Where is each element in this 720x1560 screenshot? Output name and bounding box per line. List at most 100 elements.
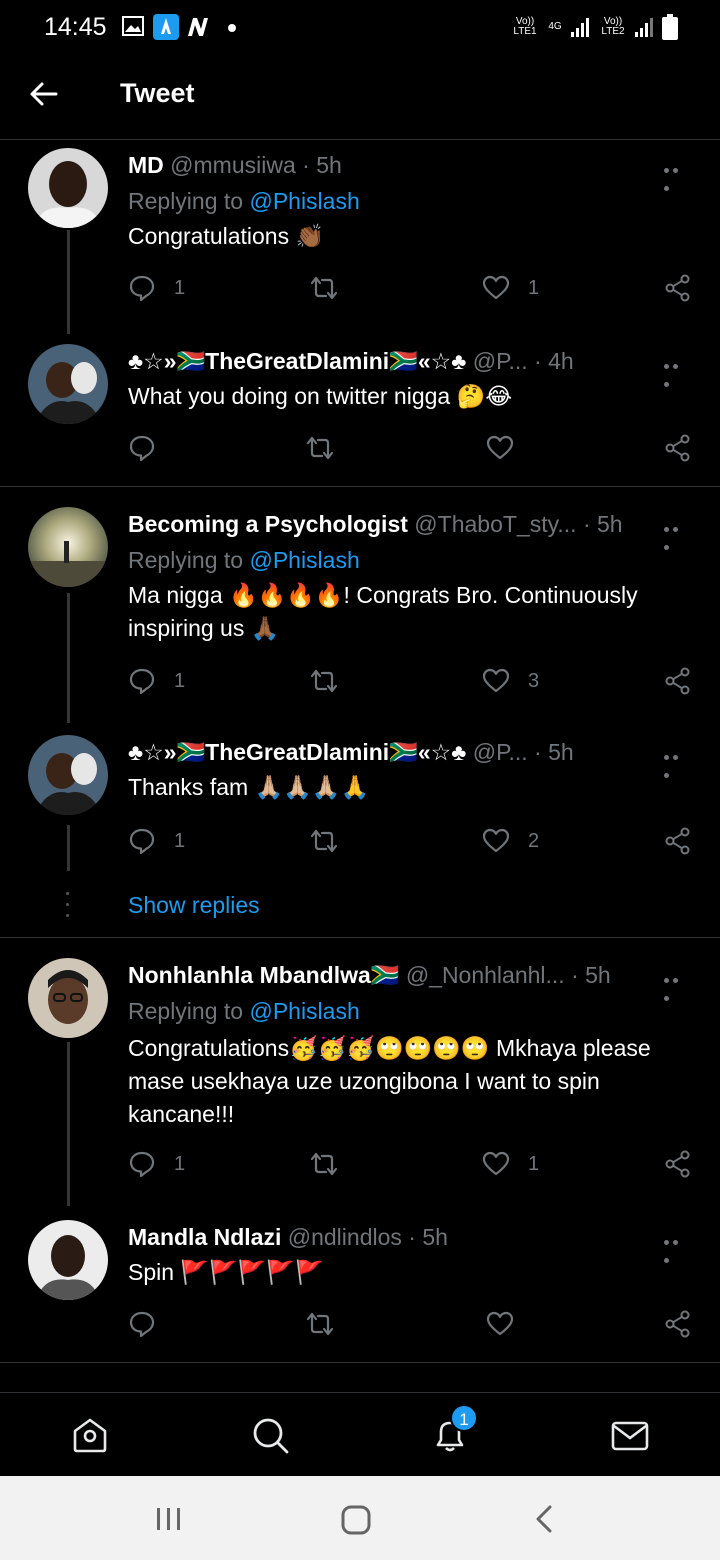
retweet-icon bbox=[310, 829, 338, 853]
display-name[interactable]: ♣☆»🇿🇦TheGreatDlamini🇿🇦«☆♣ bbox=[128, 348, 466, 374]
timestamp: · 5h bbox=[571, 962, 611, 988]
avatar[interactable] bbox=[28, 958, 108, 1038]
mention-link[interactable]: @Phislash bbox=[249, 998, 359, 1024]
timestamp: · 4h bbox=[534, 348, 574, 374]
avatar[interactable] bbox=[28, 735, 108, 815]
status-time: 14:45 bbox=[44, 13, 107, 41]
handle[interactable]: @mmusiiwa bbox=[170, 152, 296, 178]
bottom-navigation bbox=[0, 1392, 720, 1476]
search-icon[interactable] bbox=[250, 1415, 290, 1455]
dot-indicator bbox=[228, 24, 236, 32]
reply-icon bbox=[129, 435, 155, 462]
retweet-button[interactable] bbox=[310, 1150, 338, 1178]
reply-tweet[interactable]: Mandla Ndlazi @ndlindlos · 5h Spin 🚩🚩🚩🚩🚩 bbox=[0, 1204, 720, 1362]
more-options-icon[interactable] bbox=[664, 519, 690, 550]
retweet-button[interactable] bbox=[310, 827, 338, 855]
thread-line bbox=[67, 230, 70, 334]
reply-tweet[interactable]: MD @mmusiiwa · 5h Replying to @Phislash … bbox=[0, 140, 720, 334]
reply-tweet[interactable]: Nonhlanhla Mbandlwa🇿🇦 @_Nonhlanhl... · 5… bbox=[0, 938, 720, 1206]
share-button[interactable] bbox=[664, 827, 692, 855]
more-options-icon[interactable] bbox=[664, 1232, 690, 1263]
more-options-icon[interactable] bbox=[664, 356, 690, 387]
messages-envelope-icon[interactable] bbox=[610, 1415, 650, 1455]
mention-link[interactable]: @Phislash bbox=[249, 547, 359, 573]
more-options-icon[interactable] bbox=[664, 160, 690, 191]
thread-line bbox=[67, 593, 70, 723]
display-name[interactable]: Mandla Ndlazi bbox=[128, 1224, 281, 1250]
handle[interactable]: @P... bbox=[473, 739, 528, 765]
share-button[interactable] bbox=[664, 1150, 692, 1178]
like-button[interactable]: 1 bbox=[482, 1150, 539, 1178]
timestamp: · 5h bbox=[582, 511, 623, 537]
share-icon bbox=[665, 434, 690, 462]
reply-button[interactable] bbox=[128, 1310, 156, 1338]
reply-button[interactable]: 1 bbox=[128, 1150, 185, 1178]
share-button[interactable] bbox=[664, 667, 692, 695]
handle[interactable]: @ndlindlos bbox=[288, 1224, 402, 1250]
reply-button[interactable]: 1 bbox=[128, 667, 185, 695]
avatar[interactable] bbox=[28, 507, 108, 587]
share-icon bbox=[665, 667, 690, 695]
like-button[interactable] bbox=[486, 1310, 514, 1338]
tweet-text: Congratulations🥳🥳🥳🙄🙄🙄🙄 Mkhaya please mas… bbox=[128, 1035, 651, 1127]
battery-icon bbox=[662, 14, 678, 40]
avatar[interactable] bbox=[28, 1220, 108, 1300]
reply-tweet[interactable]: ♣☆»🇿🇦TheGreatDlamini🇿🇦«☆♣ @P... · 4h Wha… bbox=[0, 332, 720, 486]
retweet-button[interactable] bbox=[310, 274, 338, 302]
signal-icon bbox=[571, 18, 589, 37]
reply-button[interactable] bbox=[128, 434, 156, 462]
sim2-label: Vo)) LTE2 bbox=[601, 16, 625, 37]
timestamp: · 5h bbox=[302, 152, 342, 178]
mention-link[interactable]: @Phislash bbox=[249, 188, 359, 214]
top-app-bar: Tweet bbox=[0, 56, 720, 140]
handle[interactable]: @P... bbox=[473, 348, 528, 374]
handle[interactable]: @ThaboT_sty... bbox=[414, 511, 576, 537]
reply-icon bbox=[129, 1311, 155, 1338]
more-options-icon[interactable] bbox=[664, 970, 690, 1001]
reply-button[interactable]: 1 bbox=[128, 827, 185, 855]
like-button[interactable] bbox=[486, 434, 514, 462]
share-button[interactable] bbox=[664, 274, 692, 302]
retweet-button[interactable] bbox=[310, 667, 338, 695]
display-name[interactable]: Nonhlanhla Mbandlwa🇿🇦 bbox=[128, 962, 399, 988]
home-button-icon[interactable] bbox=[340, 1504, 372, 1536]
share-button[interactable] bbox=[664, 434, 692, 462]
heart-icon bbox=[486, 1311, 514, 1336]
tweet-text: Congratulations 👏🏾 bbox=[128, 223, 325, 249]
share-icon bbox=[665, 1310, 690, 1338]
retweet-button[interactable] bbox=[306, 1310, 334, 1338]
tweet-text: Spin 🚩🚩🚩🚩🚩 bbox=[128, 1259, 324, 1285]
reply-count: 1 bbox=[174, 1152, 186, 1175]
sim1-label: Vo)) LTE1 bbox=[513, 16, 537, 37]
reply-button[interactable]: 1 bbox=[128, 274, 185, 302]
more-options-icon[interactable] bbox=[664, 747, 690, 778]
avatar[interactable] bbox=[28, 148, 108, 228]
heart-icon bbox=[482, 1151, 510, 1176]
heart-icon bbox=[482, 668, 510, 693]
show-replies-link[interactable]: Show replies bbox=[128, 892, 260, 919]
share-button[interactable] bbox=[664, 1310, 692, 1338]
like-button[interactable]: 1 bbox=[482, 274, 539, 302]
like-button[interactable]: 3 bbox=[482, 667, 539, 695]
tweet-text: What you doing on twitter nigga 🤔😂 bbox=[128, 383, 513, 409]
thread-line bbox=[67, 825, 70, 871]
retweet-icon bbox=[310, 669, 338, 693]
retweet-icon bbox=[310, 276, 338, 300]
recent-apps-icon[interactable] bbox=[154, 1504, 184, 1534]
like-count: 3 bbox=[528, 669, 540, 692]
reply-tweet[interactable]: Becoming a Psychologist @ThaboT_sty... ·… bbox=[0, 487, 720, 723]
signal-icon bbox=[635, 18, 653, 37]
display-name[interactable]: MD bbox=[128, 152, 164, 178]
system-back-icon[interactable] bbox=[530, 1504, 560, 1534]
like-button[interactable]: 2 bbox=[482, 827, 539, 855]
retweet-button[interactable] bbox=[306, 434, 334, 462]
back-arrow-icon[interactable] bbox=[28, 78, 60, 110]
display-name[interactable]: ♣☆»🇿🇦TheGreatDlamini🇿🇦«☆♣ bbox=[128, 739, 466, 765]
display-name[interactable]: Becoming a Psychologist bbox=[128, 511, 408, 537]
tweet-actions bbox=[128, 434, 698, 466]
reply-tweet[interactable]: ♣☆»🇿🇦TheGreatDlamini🇿🇦«☆♣ @P... · 5h Tha… bbox=[0, 721, 720, 871]
reply-icon bbox=[129, 828, 155, 855]
avatar[interactable] bbox=[28, 344, 108, 424]
home-icon[interactable] bbox=[70, 1415, 110, 1455]
handle[interactable]: @_Nonhlanhl... bbox=[406, 962, 565, 988]
